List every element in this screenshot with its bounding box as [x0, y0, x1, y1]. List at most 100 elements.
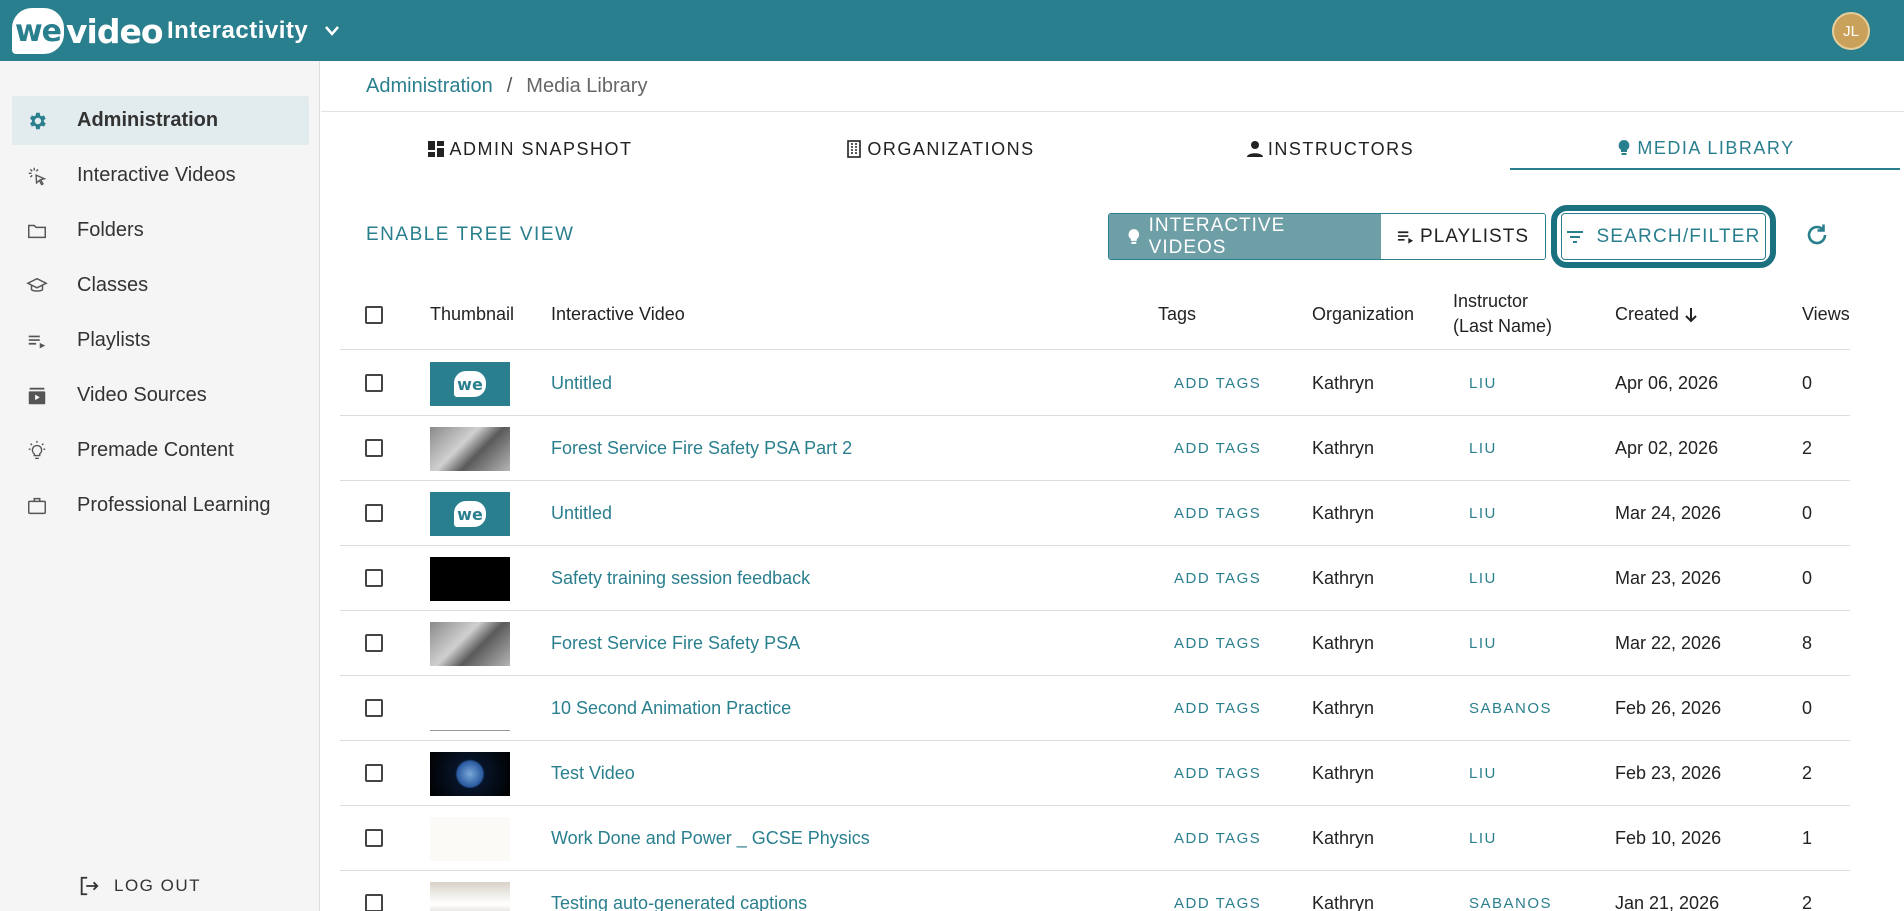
avatar[interactable]: JL: [1832, 12, 1870, 50]
row-checkbox[interactable]: [365, 894, 383, 911]
video-title-link[interactable]: Test Video: [551, 741, 635, 806]
video-title-link[interactable]: Forest Service Fire Safety PSA Part 2: [551, 416, 852, 481]
row-checkbox[interactable]: [365, 764, 383, 782]
divider: [321, 111, 1904, 112]
header-created[interactable]: Created: [1615, 302, 1699, 327]
header-instructor[interactable]: Instructor (Last Name): [1453, 289, 1552, 339]
header-views[interactable]: Views: [1802, 302, 1850, 327]
search-filter-button[interactable]: SEARCH/FILTER: [1561, 213, 1766, 260]
row-checkbox[interactable]: [365, 569, 383, 587]
views-cell: 2: [1802, 893, 1813, 911]
tab-label: MEDIA LIBRARY: [1637, 137, 1795, 158]
sidebar-item-classes[interactable]: Classes: [12, 261, 309, 310]
video-title-link[interactable]: Untitled: [551, 351, 612, 416]
video-title-link[interactable]: Work Done and Power _ GCSE Physics: [551, 806, 870, 871]
tab-instructors[interactable]: INSTRUCTORS: [1140, 128, 1520, 170]
breadcrumb-current: Media Library: [526, 75, 648, 97]
add-tags-button[interactable]: ADD TAGS: [1174, 351, 1261, 416]
video-thumbnail[interactable]: [430, 817, 510, 861]
playlist-icon: [1397, 230, 1414, 244]
video-title-link[interactable]: 10 Second Animation Practice: [551, 676, 791, 741]
tab-admin-snapshot[interactable]: ADMIN SNAPSHOT: [340, 128, 720, 170]
organization-cell: Kathryn: [1312, 373, 1375, 393]
wevideo-logo[interactable]: we video: [12, 8, 163, 54]
video-thumbnail[interactable]: [430, 622, 510, 666]
add-tags-button[interactable]: ADD TAGS: [1174, 611, 1261, 676]
add-tags-button[interactable]: ADD TAGS: [1174, 676, 1261, 741]
row-checkbox[interactable]: [365, 634, 383, 652]
created-date-cell: Feb 26, 2026: [1615, 698, 1722, 718]
add-tags-button[interactable]: ADD TAGS: [1174, 416, 1261, 481]
briefcase-icon: [12, 495, 62, 517]
sidebar-item-video-sources[interactable]: Video Sources: [12, 371, 309, 420]
organization-cell: Kathryn: [1312, 503, 1375, 523]
video-thumbnail[interactable]: [430, 687, 510, 731]
views-cell: 2: [1802, 438, 1813, 458]
sidebar-item-playlists[interactable]: Playlists: [12, 316, 309, 365]
instructor-link[interactable]: LIU: [1469, 611, 1497, 676]
row-checkbox[interactable]: [365, 374, 383, 392]
add-tags-button[interactable]: ADD TAGS: [1174, 546, 1261, 611]
video-title-link[interactable]: Forest Service Fire Safety PSA: [551, 611, 800, 676]
instructor-link[interactable]: SABANOS: [1469, 871, 1552, 911]
sidebar-item-folders[interactable]: Folders: [12, 206, 309, 255]
tab-organizations[interactable]: ORGANIZATIONS: [740, 128, 1140, 170]
row-checkbox[interactable]: [365, 504, 383, 522]
interactive-videos-label: INTERACTIVE VIDEOS: [1148, 214, 1286, 258]
instructor-link[interactable]: LIU: [1469, 806, 1497, 871]
video-title-link[interactable]: Untitled: [551, 481, 612, 546]
select-all-checkbox[interactable]: [365, 306, 383, 324]
logout-button[interactable]: LOG OUT: [78, 875, 201, 897]
sidebar-item-administration[interactable]: Administration: [12, 96, 309, 145]
interactive-videos-toggle[interactable]: INTERACTIVE VIDEOS: [1109, 214, 1381, 259]
breadcrumb: Administration / Media Library: [366, 75, 647, 98]
header-interactive-video[interactable]: Interactive Video: [551, 302, 685, 327]
organization-cell: Kathryn: [1312, 698, 1375, 718]
video-thumbnail[interactable]: [430, 882, 510, 911]
views-cell: 8: [1802, 633, 1813, 653]
table-row: Safety training session feedback ADD TAG…: [340, 546, 1850, 611]
instructor-link[interactable]: LIU: [1469, 741, 1497, 806]
tab-media-library[interactable]: MEDIA LIBRARY: [1510, 128, 1900, 170]
sidebar-item-premade-content[interactable]: Premade Content: [12, 426, 309, 475]
row-checkbox[interactable]: [365, 829, 383, 847]
row-checkbox[interactable]: [365, 699, 383, 717]
video-thumbnail[interactable]: [430, 557, 510, 601]
created-date-cell: Feb 10, 2026: [1615, 828, 1722, 848]
playlists-toggle[interactable]: PLAYLISTS: [1381, 214, 1545, 259]
app-switcher[interactable]: Interactivity: [167, 17, 340, 45]
video-thumbnail[interactable]: [430, 752, 510, 796]
sidebar-item-professional-learning[interactable]: Professional Learning: [12, 481, 309, 530]
table-row: we Untitled ADD TAGS Kathryn LIU Apr 06,…: [340, 351, 1850, 416]
add-tags-button[interactable]: ADD TAGS: [1174, 741, 1261, 806]
video-thumbnail[interactable]: we: [430, 492, 510, 536]
logout-icon: [80, 876, 99, 896]
table-row: Testing auto-generated captions ADD TAGS…: [340, 871, 1850, 911]
instructor-link[interactable]: LIU: [1469, 546, 1497, 611]
row-checkbox[interactable]: [365, 439, 383, 457]
instructor-link[interactable]: LIU: [1469, 351, 1497, 416]
content-type-toggle: INTERACTIVE VIDEOS PLAYLISTS: [1108, 213, 1546, 260]
instructor-link[interactable]: LIU: [1469, 481, 1497, 546]
sidebar-item-interactive-videos[interactable]: Interactive Videos: [12, 151, 309, 200]
table-row: Forest Service Fire Safety PSA ADD TAGS …: [340, 611, 1850, 676]
add-tags-button[interactable]: ADD TAGS: [1174, 871, 1261, 911]
video-thumbnail[interactable]: [430, 427, 510, 471]
header-tags: Tags: [1158, 304, 1197, 324]
video-title-link[interactable]: Safety training session feedback: [551, 546, 810, 611]
tab-label: INSTRUCTORS: [1267, 138, 1415, 159]
video-thumbnail[interactable]: we: [430, 362, 510, 406]
instructor-link[interactable]: LIU: [1469, 416, 1497, 481]
enable-tree-view-button[interactable]: ENABLE TREE VIEW: [366, 224, 574, 246]
wevideo-logo-thumb: we: [454, 371, 486, 397]
breadcrumb-administration[interactable]: Administration: [366, 75, 493, 98]
instructor-link[interactable]: SABANOS: [1469, 676, 1552, 741]
add-tags-button[interactable]: ADD TAGS: [1174, 481, 1261, 546]
header-organization[interactable]: Organization: [1312, 302, 1414, 327]
refresh-icon[interactable]: [1803, 221, 1831, 249]
video-title-link[interactable]: Testing auto-generated captions: [551, 871, 807, 911]
table-row: Forest Service Fire Safety PSA Part 2 AD…: [340, 416, 1850, 481]
views-cell: 0: [1802, 568, 1813, 588]
add-tags-button[interactable]: ADD TAGS: [1174, 806, 1261, 871]
graduation-cap-icon: [12, 275, 62, 297]
